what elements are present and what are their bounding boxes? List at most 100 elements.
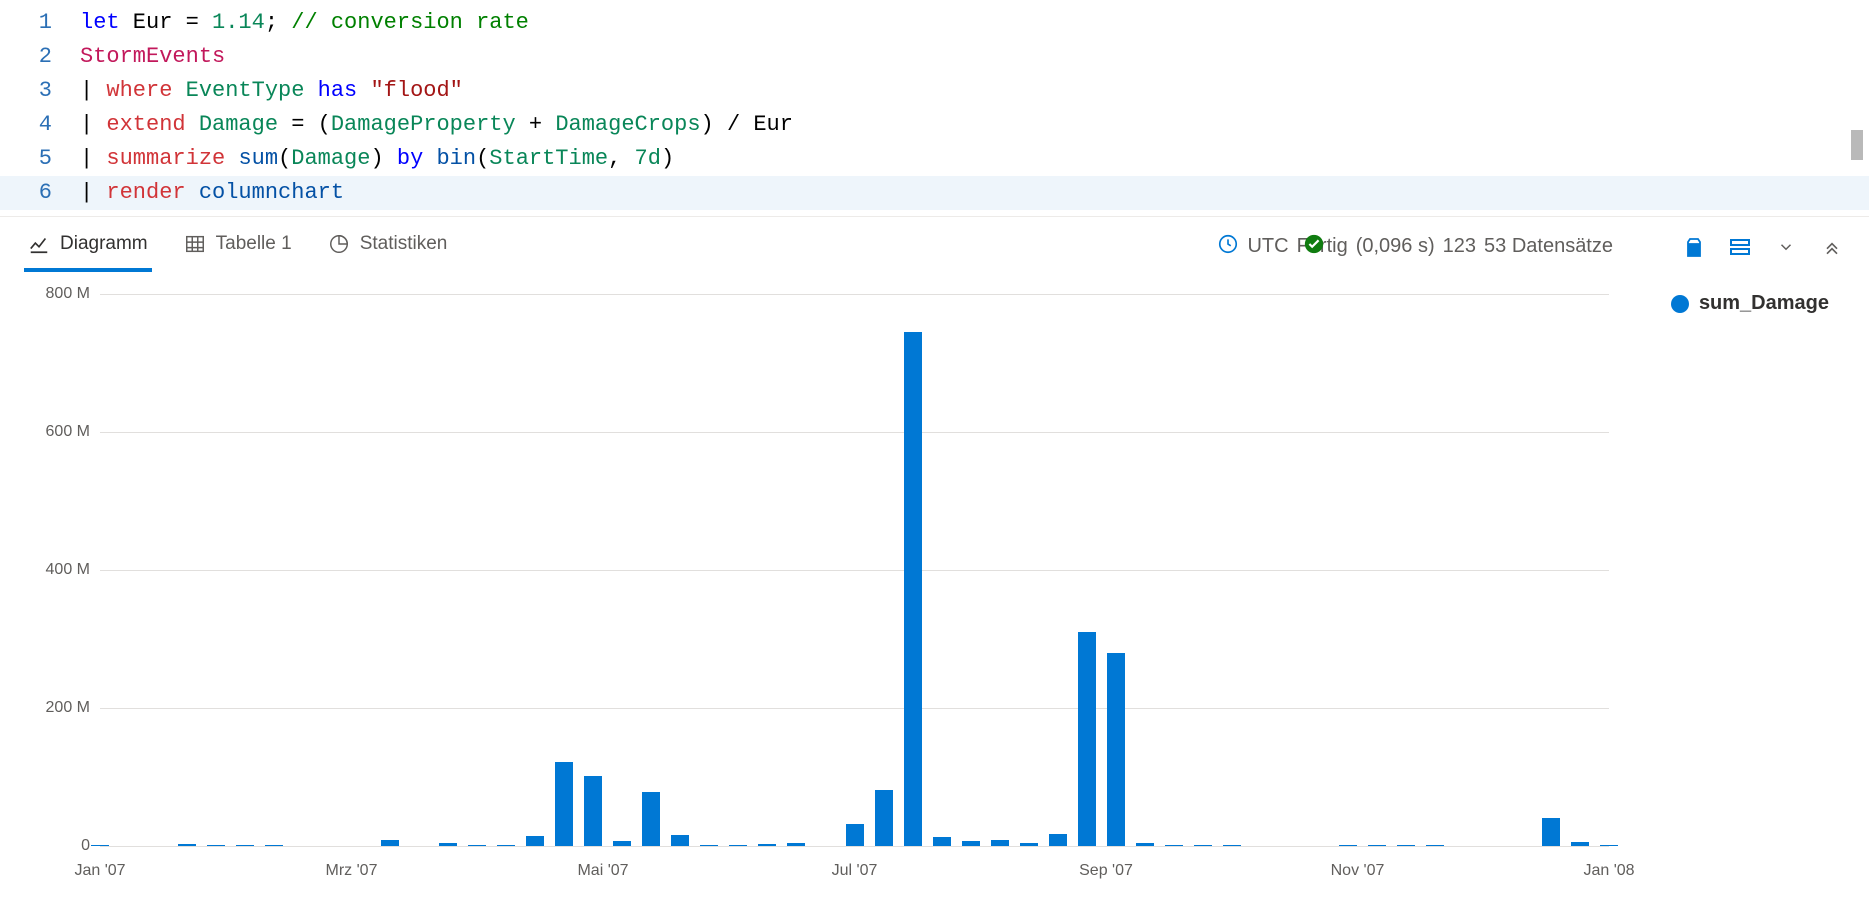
bar[interactable] [1571, 842, 1589, 846]
code-line[interactable]: 6| render columnchart [0, 176, 1869, 210]
bar[interactable] [236, 845, 254, 846]
code-line[interactable]: 4| extend Damage = (DamageProperty + Dam… [0, 108, 1869, 142]
code-line[interactable]: 1let Eur = 1.14; // conversion rate [0, 6, 1869, 40]
y-axis-label: 200 M [24, 699, 90, 717]
y-axis-label: 400 M [24, 561, 90, 579]
minimap-scrollbar[interactable] [1851, 130, 1863, 160]
bar[interactable] [1107, 653, 1125, 846]
code-content[interactable]: | summarize sum(Damage) by bin(StartTime… [80, 142, 674, 176]
bar[interactable] [265, 845, 283, 846]
bar[interactable] [1194, 845, 1212, 846]
x-axis-label: Jan '07 [74, 862, 125, 880]
bar[interactable] [1165, 845, 1183, 846]
bar[interactable] [1020, 843, 1038, 846]
bar[interactable] [497, 845, 515, 846]
bar[interactable] [526, 836, 544, 846]
bar[interactable] [1600, 845, 1618, 846]
bar[interactable] [729, 845, 747, 846]
bar[interactable] [584, 776, 602, 846]
grid-line [100, 570, 1609, 571]
bar[interactable] [555, 762, 573, 846]
legend-swatch-icon [1671, 295, 1689, 313]
tab-stats[interactable]: Statistiken [324, 225, 452, 269]
chevron-down-icon[interactable] [1773, 234, 1799, 260]
bar[interactable] [1542, 818, 1560, 846]
status-duration: (0,096 s) [1356, 235, 1435, 258]
stats-icon [328, 233, 350, 255]
bar[interactable] [1426, 845, 1444, 846]
results-bar: Diagramm Tabelle 1 Statistiken UTC Ferti… [0, 216, 1869, 276]
line-number: 1 [0, 6, 80, 40]
line-number: 2 [0, 40, 80, 74]
code-line[interactable]: 3| where EventType has "flood" [0, 74, 1869, 108]
bar[interactable] [962, 841, 980, 846]
bar[interactable] [91, 845, 109, 846]
table-icon [184, 233, 206, 255]
legend[interactable]: sum_Damage [1671, 292, 1829, 315]
x-axis-label: Jul '07 [832, 862, 878, 880]
bar[interactable] [671, 835, 689, 846]
y-axis-label: 0 [24, 837, 90, 855]
x-axis-label: Sep '07 [1079, 862, 1133, 880]
chart-area: sum_Damage 0200 M400 M600 M800 MJan '07M… [0, 276, 1869, 906]
grid-line [100, 708, 1609, 709]
code-content[interactable]: | where EventType has "flood" [80, 74, 463, 108]
code-content[interactable]: | extend Damage = (DamageProperty + Dama… [80, 108, 793, 142]
bar[interactable] [758, 844, 776, 846]
tab-chart[interactable]: Diagramm [24, 225, 152, 269]
bar[interactable] [613, 841, 631, 846]
status-area: UTC Fertig (0,096 s) 123 53 Datensätze [1217, 233, 1613, 261]
bar[interactable] [178, 844, 196, 846]
bar[interactable] [381, 840, 399, 846]
code-editor[interactable]: 1let Eur = 1.14; // conversion rate2Stor… [0, 0, 1869, 216]
bar[interactable] [1223, 845, 1241, 846]
x-axis-label: Mai '07 [577, 862, 628, 880]
line-number: 3 [0, 74, 80, 108]
chart-icon [28, 233, 50, 255]
bar[interactable] [439, 843, 457, 846]
grid-line [100, 294, 1609, 295]
code-content[interactable]: | render columnchart [80, 176, 344, 210]
tab-chart-label: Diagramm [60, 233, 148, 255]
bar[interactable] [991, 840, 1009, 846]
bar[interactable] [1397, 845, 1415, 846]
code-line[interactable]: 2StormEvents [0, 40, 1869, 74]
plot-canvas[interactable]: 0200 M400 M600 M800 MJan '07Mrz '07Mai '… [100, 294, 1609, 846]
bar[interactable] [846, 824, 864, 846]
code-content[interactable]: StormEvents [80, 40, 225, 74]
code-content[interactable]: let Eur = 1.14; // conversion rate [80, 6, 529, 40]
copy-button[interactable] [1681, 234, 1707, 260]
check-icon [1303, 233, 1325, 261]
bar[interactable] [207, 845, 225, 846]
tab-stats-label: Statistiken [360, 233, 448, 255]
x-axis-label: Nov '07 [1331, 862, 1385, 880]
bar[interactable] [700, 845, 718, 846]
tab-table-label: Tabelle 1 [216, 233, 292, 255]
collapse-button[interactable] [1819, 234, 1845, 260]
grid-line [100, 846, 1609, 847]
bar[interactable] [1368, 845, 1386, 846]
bar[interactable] [1136, 843, 1154, 846]
code-line[interactable]: 5| summarize sum(Damage) by bin(StartTim… [0, 142, 1869, 176]
bar[interactable] [933, 837, 951, 846]
line-number: 5 [0, 142, 80, 176]
clock-icon [1217, 233, 1239, 261]
bar[interactable] [1049, 834, 1067, 846]
bar[interactable] [468, 845, 486, 846]
bar[interactable] [904, 332, 922, 846]
status-extra: 123 [1443, 235, 1476, 258]
bar[interactable] [787, 843, 805, 846]
bar[interactable] [642, 792, 660, 846]
x-axis-label: Mrz '07 [326, 862, 378, 880]
y-axis-label: 800 M [24, 285, 90, 303]
tab-table[interactable]: Tabelle 1 [180, 225, 296, 269]
results-actions [1681, 234, 1845, 260]
bar[interactable] [1078, 632, 1096, 846]
bar[interactable] [1339, 845, 1357, 846]
layout-button[interactable] [1727, 234, 1753, 260]
x-axis-label: Jan '08 [1583, 862, 1634, 880]
line-number: 4 [0, 108, 80, 142]
status-rowcount: 53 Datensätze [1484, 235, 1613, 258]
y-axis-label: 600 M [24, 423, 90, 441]
bar[interactable] [875, 790, 893, 846]
